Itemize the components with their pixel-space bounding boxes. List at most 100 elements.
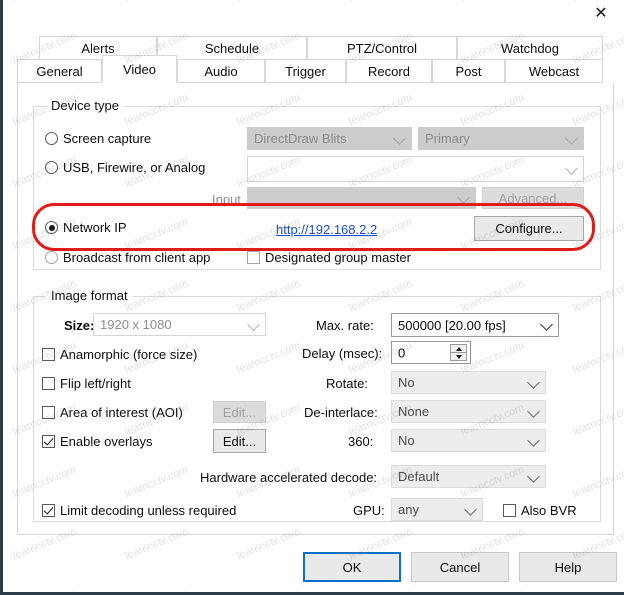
overlays-edit-button[interactable]: Edit...: [213, 429, 266, 453]
watermark-text: learncctv.com: [123, 588, 190, 595]
max-rate-combo[interactable]: 500000 [20.00 fps]: [391, 313, 559, 337]
checkbox-enable-overlays[interactable]: Enable overlays: [42, 434, 153, 449]
radio-indicator: [45, 221, 58, 234]
radio-indicator: [45, 161, 58, 174]
advanced-button[interactable]: Advanced...: [482, 187, 584, 209]
tab-ptz-control[interactable]: PTZ/Control: [307, 36, 457, 60]
usb-device-combo[interactable]: [247, 156, 584, 182]
radio-network-ip[interactable]: Network IP: [45, 220, 127, 235]
radio-screen-capture[interactable]: Screen capture: [45, 131, 151, 146]
tab-watchdog[interactable]: Watchdog: [457, 36, 603, 60]
active-tab-notch: [102, 82, 177, 85]
tab-row-lower: General Video Audio Trigger Record Post Webcas…: [17, 59, 617, 83]
aoi-edit-button-label: Edit...: [223, 405, 256, 420]
radio-usb-firewire-analog[interactable]: USB, Firewire, or Analog: [45, 160, 205, 175]
watermark-text: learncctv.com: [11, 588, 78, 595]
screen-capture-method-value: DirectDraw Blits: [254, 131, 346, 146]
designated-group-master-label: Designated group master: [265, 250, 411, 265]
checkbox-indicator: [42, 504, 55, 517]
tab-schedule[interactable]: Schedule: [157, 36, 307, 60]
ok-button[interactable]: OK: [303, 552, 401, 582]
size-value: 1920 x 1080: [100, 317, 172, 332]
checkbox-area-of-interest[interactable]: Area of interest (AOI): [42, 405, 183, 420]
help-button[interactable]: Help: [519, 552, 617, 582]
delay-spinner[interactable]: 0: [391, 341, 471, 364]
size-combo[interactable]: 1920 x 1080: [93, 313, 266, 336]
deinterlace-value: None: [398, 404, 429, 419]
checkbox-anamorphic[interactable]: Anamorphic (force size): [42, 347, 197, 362]
checkbox-designated-group-master[interactable]: Designated group master: [247, 250, 411, 265]
advanced-button-label: Advanced...: [499, 191, 568, 206]
deinterlace-combo[interactable]: None: [391, 400, 546, 423]
delay-label: Delay (msec):: [302, 346, 382, 361]
close-icon[interactable]: ✕: [586, 2, 616, 26]
hw-decode-label: Hardware accelerated decode:: [200, 470, 377, 485]
chevron-down-icon: [527, 376, 540, 389]
network-ip-link[interactable]: http://192.168.2.2: [276, 222, 377, 237]
cancel-button-label: Cancel: [440, 560, 480, 575]
delay-value: 0: [398, 345, 405, 360]
hw-decode-combo[interactable]: Default: [391, 465, 546, 488]
screen-capture-method-combo[interactable]: DirectDraw Blits: [247, 127, 412, 150]
threesixty-combo[interactable]: No: [391, 429, 546, 452]
hw-decode-value: Default: [398, 469, 439, 484]
screen-capture-monitor-combo[interactable]: Primary: [418, 127, 584, 150]
tab-webcast-label: Webcast: [529, 64, 579, 79]
tab-audio[interactable]: Audio: [177, 59, 265, 83]
tab-trigger-label: Trigger: [285, 64, 326, 79]
checkbox-also-bvr[interactable]: Also BVR: [503, 503, 577, 518]
spinner-down-icon[interactable]: [450, 352, 467, 361]
tab-audio-label: Audio: [204, 64, 237, 79]
tab-video[interactable]: Video: [102, 55, 177, 83]
checkbox-indicator: [42, 435, 55, 448]
chevron-down-icon: [565, 162, 578, 175]
tab-schedule-label: Schedule: [205, 41, 259, 56]
watermark-text: learncctv.com: [347, 588, 414, 595]
rotate-label: Rotate:: [326, 376, 368, 391]
tab-ptz-control-label: PTZ/Control: [347, 41, 417, 56]
chevron-down-icon: [247, 318, 260, 331]
tab-post[interactable]: Post: [432, 59, 505, 83]
tab-record[interactable]: Record: [346, 59, 432, 83]
image-format-group-title: Image format: [46, 288, 133, 303]
watermark-text: learncctv.com: [571, 588, 624, 595]
chevron-down-icon: [527, 434, 540, 447]
chevron-down-icon: [527, 405, 540, 418]
rotate-combo[interactable]: No: [391, 371, 546, 394]
checkbox-indicator: [42, 348, 55, 361]
radio-indicator: [45, 132, 58, 145]
gpu-value: any: [398, 502, 419, 517]
tab-trigger[interactable]: Trigger: [265, 59, 346, 83]
enable-overlays-label: Enable overlays: [60, 434, 153, 449]
tab-video-label: Video: [123, 62, 156, 77]
tab-panel-video: Device type Screen capture DirectDraw Bl…: [17, 83, 614, 535]
threesixty-value: No: [398, 433, 415, 448]
radio-network-ip-label: Network IP: [63, 220, 127, 235]
checkbox-limit-decoding[interactable]: Limit decoding unless required: [42, 503, 236, 518]
device-type-group-title: Device type: [46, 98, 124, 113]
also-bvr-label: Also BVR: [521, 503, 577, 518]
tab-post-label: Post: [455, 64, 481, 79]
gpu-combo[interactable]: any: [391, 498, 483, 521]
tab-webcast[interactable]: Webcast: [505, 59, 603, 83]
ok-button-label: OK: [343, 560, 362, 575]
radio-broadcast-from-client-app[interactable]: Broadcast from client app: [45, 250, 210, 265]
watermark-text: learncctv.com: [459, 588, 526, 595]
watermark-text: learncctv.com: [235, 588, 302, 595]
radio-usb-firewire-analog-label: USB, Firewire, or Analog: [63, 160, 205, 175]
checkbox-indicator: [503, 504, 516, 517]
configure-button[interactable]: Configure...: [474, 216, 584, 241]
radio-broadcast-label: Broadcast from client app: [63, 250, 210, 265]
cancel-button[interactable]: Cancel: [411, 552, 509, 582]
aoi-label: Area of interest (AOI): [60, 405, 183, 420]
checkbox-flip-left-right[interactable]: Flip left/right: [42, 376, 131, 391]
delay-spin-buttons: [450, 344, 467, 362]
checkbox-indicator: [42, 377, 55, 390]
limit-decoding-label: Limit decoding unless required: [60, 503, 236, 518]
gpu-label: GPU:: [353, 503, 385, 518]
tab-general[interactable]: General: [17, 59, 102, 83]
radio-indicator: [45, 251, 58, 264]
input-combo[interactable]: [247, 187, 476, 209]
aoi-edit-button[interactable]: Edit...: [213, 401, 266, 423]
chevron-down-icon: [464, 503, 477, 516]
